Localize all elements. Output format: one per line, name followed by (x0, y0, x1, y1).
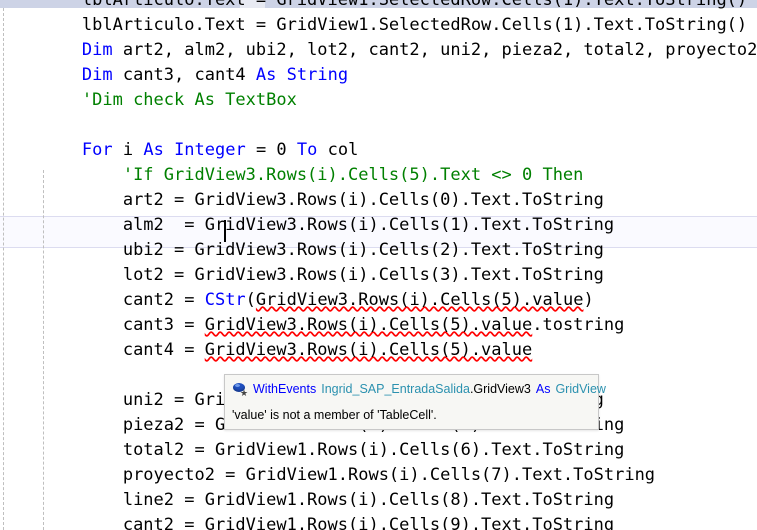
code-token: total2 = GridView1.Rows(i).Cells(6).Text… (122, 440, 625, 460)
code-token: ( (245, 290, 256, 310)
code-token: art2 = GridView3.Rows(i).Cells(0).Text.T… (122, 190, 604, 210)
line-cant3[interactable]: cant3 = GridView3.Rows(i).Cells(5).value… (0, 313, 757, 338)
tooltip-type: GridView (555, 382, 606, 396)
code-token: ) (583, 290, 594, 310)
code-token: col (317, 140, 359, 160)
code-token: lblArticulo.Text = GridView1.SelectedRow… (81, 0, 748, 10)
line-blank-1[interactable] (0, 113, 757, 138)
code-token: i (112, 140, 144, 160)
line-ubi2[interactable]: ubi2 = GridView3.Rows(i).Cells(2).Text.T… (0, 238, 757, 263)
code-token: cant4 = (122, 340, 205, 360)
code-token: For (81, 140, 113, 160)
field-variable-icon: ★ (232, 381, 248, 398)
line-comment-if[interactable]: 'If GridView3.Rows(i).Cells(5).Text <> 0… (0, 163, 757, 188)
code-token: cant2 = (122, 290, 205, 310)
code-token: lot2 = GridView3.Rows(i).Cells(3).Text.T… (122, 265, 604, 285)
tooltip-keyword: WithEvents (253, 382, 317, 396)
code-token: cant2 = GridView1.Rows(i).Cells(9).Text.… (122, 515, 615, 530)
line-comment-dim-check[interactable]: 'Dim check As TextBox (0, 88, 757, 113)
code-token: line2 = GridView1.Rows(i).Cells(8).Text.… (122, 490, 615, 510)
code-editor-window: lblArticulo.Text = GridView1.SelectedRow… (0, 0, 757, 530)
code-token: .tostring (532, 315, 625, 335)
line-cant4[interactable]: cant4 = GridView3.Rows(i).Cells(5).value (0, 338, 757, 363)
line-lot2[interactable]: lot2 = GridView3.Rows(i).Cells(3).Text.T… (0, 263, 757, 288)
code-token: ubi2 = GridView3.Rows(i).Cells(2).Text.T… (122, 240, 604, 260)
code-token: Dim (81, 65, 113, 85)
code-token: cant3 = (122, 315, 205, 335)
line-partial-top[interactable]: lblArticulo.Text = GridView1.SelectedRow… (0, 0, 757, 13)
tooltip-signature-row: ★ WithEvents Ingrid_SAP_EntradaSalida . … (232, 380, 606, 398)
code-token: proyecto2 = GridView1.Rows(i).Cells(7).T… (122, 465, 656, 485)
code-token: 'Dim check As TextBox (81, 90, 297, 110)
line-lblarticulo[interactable]: lblArticulo.Text = GridView1.SelectedRow… (0, 13, 757, 38)
line-art2[interactable]: art2 = GridView3.Rows(i).Cells(0).Text.T… (0, 188, 757, 213)
code-token: CStr (204, 290, 246, 310)
code-text-area[interactable]: lblArticulo.Text = GridView1.SelectedRow… (0, 0, 757, 530)
code-token-error: GridView3.Rows(i).Cells(5).value (204, 315, 533, 335)
code-token-error: GridView3.Rows(i).Cells(5).value (255, 290, 584, 310)
code-token: 'If GridView3.Rows(i).Cells(5).Text <> 0… (122, 165, 584, 185)
code-token-error: GridView3.Rows(i).Cells(5).value (204, 340, 533, 360)
code-token: Dim (81, 40, 113, 60)
line-dim-art2[interactable]: Dim art2, alm2, ubi2, lot2, cant2, uni2,… (0, 38, 757, 63)
code-token: As (255, 65, 277, 85)
line-for[interactable]: For i As Integer = 0 To col (0, 138, 757, 163)
line-line2[interactable]: line2 = GridView1.Rows(i).Cells(8).Text.… (0, 488, 757, 513)
code-token: As (143, 140, 164, 160)
tooltip-member: GridView3 (473, 382, 531, 396)
line-total2[interactable]: total2 = GridView1.Rows(i).Cells(6).Text… (0, 438, 757, 463)
code-token: Integer (174, 140, 246, 160)
text-caret (224, 220, 226, 242)
code-token: lblArticulo.Text = GridView1.SelectedRow… (81, 15, 748, 35)
tooltip-error-message: 'value' is not a member of 'TableCell'. (232, 408, 437, 422)
code-token: = 0 (245, 140, 297, 160)
tooltip-as-keyword: As (535, 382, 551, 396)
line-dim-cant3[interactable]: Dim cant3, cant4 As String (0, 63, 757, 88)
tooltip-qualifier: Ingrid_SAP_EntradaSalida (321, 382, 470, 396)
line-alm2[interactable]: alm2 = GridView3.Rows(i).Cells(1).Text.T… (0, 213, 757, 238)
quick-info-tooltip: ★ WithEvents Ingrid_SAP_EntradaSalida . … (224, 374, 606, 430)
code-token: alm2 = GridView3.Rows(i).Cells(1).Text.T… (122, 215, 615, 235)
line-partial-bottom[interactable]: cant2 = GridView1.Rows(i).Cells(9).Text.… (0, 513, 757, 530)
line-cant2[interactable]: cant2 = CStr(GridView3.Rows(i).Cells(5).… (0, 288, 757, 313)
code-token: To (296, 140, 318, 160)
code-token: String (286, 65, 349, 85)
code-token: art2, alm2, ubi2, lot2, cant2, uni2, pie… (112, 40, 757, 60)
line-proyecto2[interactable]: proyecto2 = GridView1.Rows(i).Cells(7).T… (0, 463, 757, 488)
code-token: cant3, cant4 (112, 65, 256, 85)
